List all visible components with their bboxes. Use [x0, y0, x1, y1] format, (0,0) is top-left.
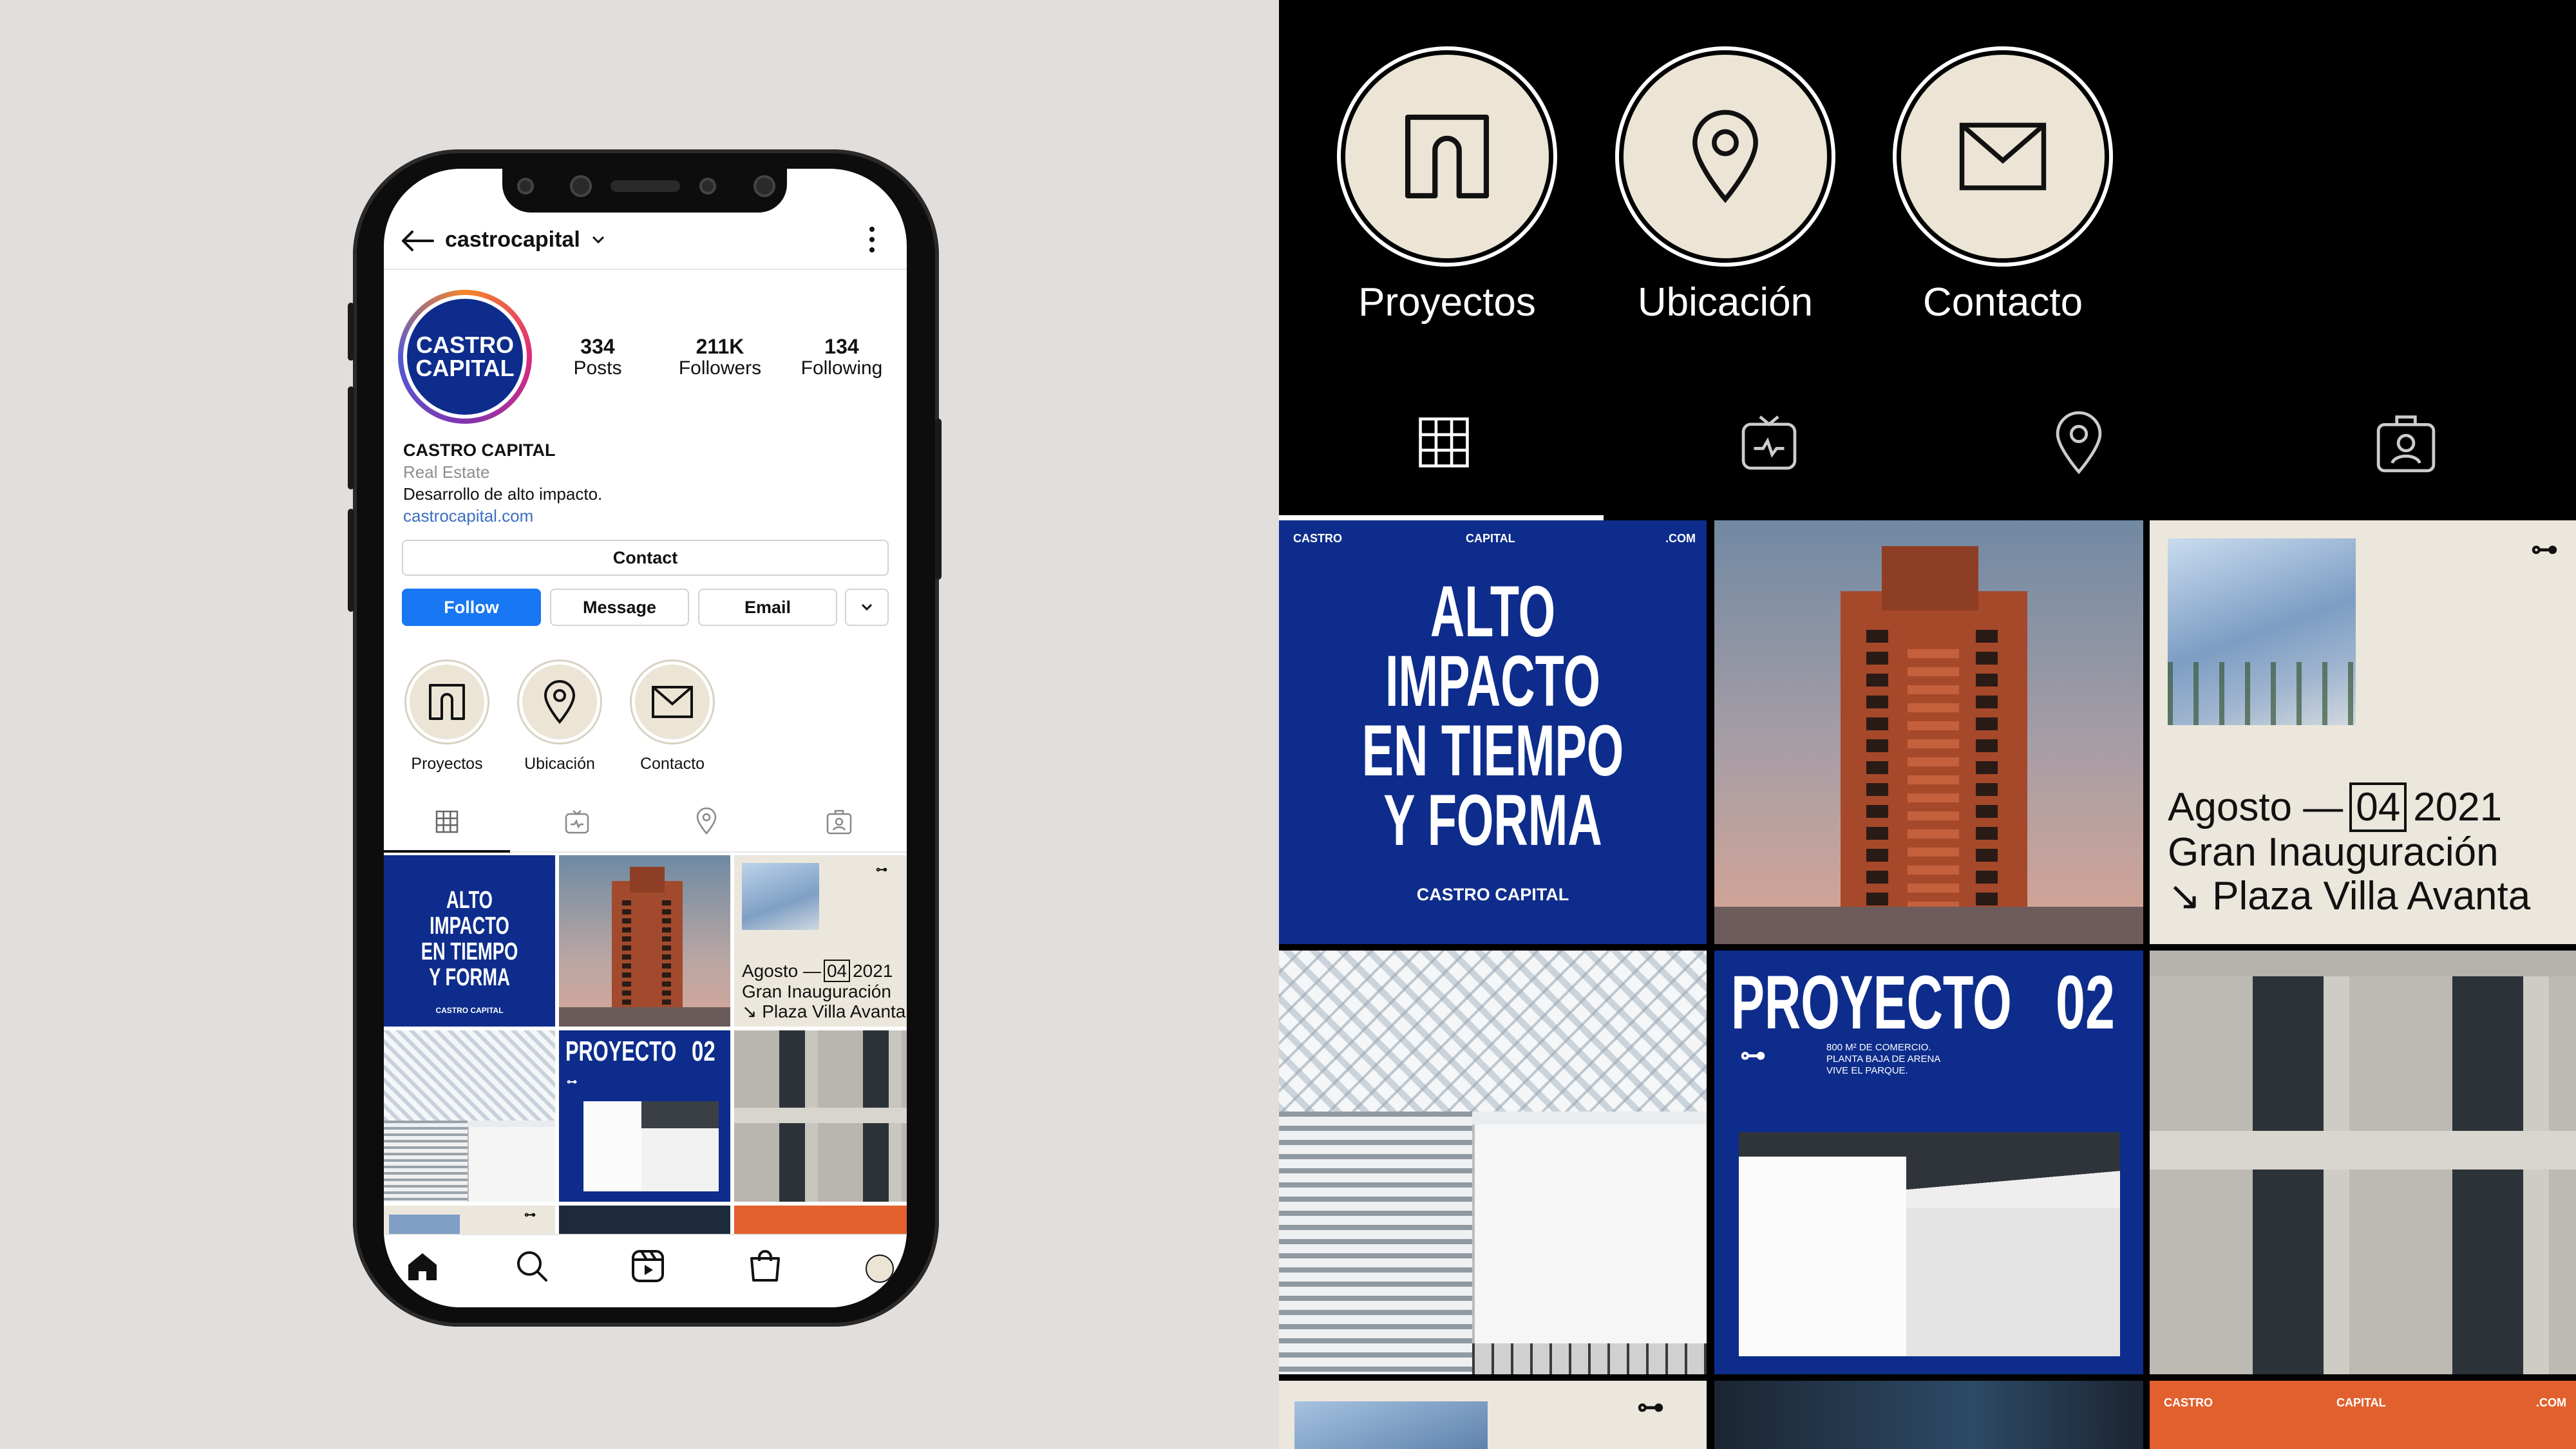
profile-category: Real Estate	[403, 462, 490, 482]
post-facade-photo[interactable]	[1279, 951, 1707, 1374]
post-tower-photo[interactable]	[1714, 520, 2143, 944]
posts-count[interactable]: 334	[553, 335, 643, 359]
highlight-proyectos[interactable]	[1337, 46, 1557, 267]
sensor-dot	[699, 178, 716, 194]
following-count[interactable]: 134	[797, 335, 887, 359]
message-button[interactable]: Message	[550, 589, 689, 626]
profile-bio: Desarrollo de alto impacto.	[403, 484, 603, 504]
post-tower-photo[interactable]	[559, 855, 730, 1027]
highlight-proyectos[interactable]	[404, 659, 489, 744]
home-arch-icon	[429, 684, 465, 720]
zoomed-profile-panel: Proyectos Ubicación Contacto CASTRO CAPI…	[1279, 0, 2576, 1449]
tagged-location-icon[interactable]	[696, 808, 717, 835]
avatar-story-ring[interactable]: CASTRO CAPITAL	[398, 290, 532, 424]
phone-volume-up	[348, 386, 354, 489]
highlight-label-contacto: Contacto	[639, 755, 705, 773]
reels-icon[interactable]	[631, 1249, 665, 1283]
highlight-label-proyectos: Proyectos	[411, 755, 483, 773]
grid-icon[interactable]	[1417, 416, 1470, 469]
post-proyecto-02[interactable]: PROYECTO 02 ⊶	[559, 1030, 730, 1202]
envelope-icon	[652, 686, 693, 718]
tagged-location-icon[interactable]	[2053, 411, 2105, 475]
phone-screen: castrocapital CASTRO CAPITAL 334 Posts 2…	[384, 169, 907, 1307]
shop-icon[interactable]	[748, 1248, 782, 1283]
highlight-label-proyectos: Proyectos	[1358, 280, 1536, 325]
envelope-icon	[1959, 122, 2047, 191]
location-pin-icon	[1692, 109, 1758, 204]
phone-mute-switch	[348, 303, 354, 361]
highlight-label-ubicacion: Ubicación	[1637, 280, 1814, 325]
post-partial-3[interactable]: CASTRO CAPITAL .COM	[2150, 1381, 2576, 1449]
phone-power-button	[935, 419, 942, 580]
front-camera	[570, 175, 592, 197]
highlight-label-contacto: Contacto	[1922, 280, 2083, 325]
post-partial-1[interactable]: ⊶	[1279, 1381, 1707, 1449]
home-icon[interactable]	[406, 1251, 439, 1283]
brand-mark-icon: ⊶	[2531, 534, 2558, 564]
posts-label: Posts	[573, 357, 622, 379]
follow-button[interactable]: Follow	[402, 589, 541, 626]
email-button[interactable]: Email	[698, 589, 837, 626]
active-tab-indicator	[384, 850, 510, 853]
post-inauguracion[interactable]: ⊶ Agosto —04 2021 Gran Inauguración ↘ Pla…	[2150, 520, 2576, 944]
profile-name: CASTRO CAPITAL	[403, 440, 556, 460]
igtv-icon[interactable]	[564, 809, 590, 835]
header-divider	[384, 269, 907, 270]
igtv-icon[interactable]	[1739, 412, 1799, 473]
post-alto-impacto[interactable]: ALTO IMPACTO EN TIEMPO Y FORMA CASTRO CA…	[384, 855, 555, 1027]
sensor-dot	[517, 178, 534, 194]
avatar: CASTRO CAPITAL	[407, 299, 523, 415]
post-headline: ALTO IMPACTO EN TIEMPO Y FORMA	[421, 887, 518, 991]
tagged-person-icon[interactable]	[826, 809, 853, 835]
phone-volume-down	[348, 509, 354, 612]
post-alto-impacto[interactable]: CASTRO CAPITAL .COM ALTO IMPACTO EN TIEM…	[1279, 520, 1707, 944]
post-facade-photo[interactable]	[384, 1030, 555, 1202]
header-username[interactable]: castrocapital	[445, 227, 580, 252]
highlight-contacto[interactable]	[1893, 46, 2113, 267]
highlight-ubicacion[interactable]	[1615, 46, 1835, 267]
profile-avatar-icon[interactable]	[866, 1255, 894, 1283]
back-arrow-icon[interactable]	[399, 228, 434, 254]
profile-link[interactable]: castrocapital.com	[403, 506, 533, 526]
tagged-person-icon[interactable]	[2374, 412, 2438, 474]
highlight-label-ubicacion: Ubicación	[524, 755, 595, 773]
brand-mark-icon: ⊶	[524, 1208, 536, 1221]
followers-label: Followers	[678, 357, 762, 379]
earpiece-speaker	[611, 180, 680, 192]
post-inauguracion[interactable]: ⊶ Agosto —04 2021 Gran Inauguración ↘ Pla…	[734, 855, 907, 1027]
following-label: Following	[800, 357, 883, 379]
chevron-down-icon	[861, 603, 873, 611]
grid-icon[interactable]	[435, 810, 459, 833]
avatar-text-line1: CASTRO	[416, 332, 514, 358]
contact-button[interactable]: Contact	[402, 540, 889, 576]
avatar-text-line2: CAPITAL	[415, 355, 515, 381]
brand-mark-icon: ⊶	[1637, 1392, 1664, 1422]
home-arch-icon	[1405, 114, 1490, 199]
followers-count[interactable]: 211K	[675, 335, 765, 359]
post-building-photo[interactable]	[2150, 951, 2576, 1374]
post-building-photo[interactable]	[734, 1030, 907, 1202]
post-headline: ALTO IMPACTO EN TIEMPO Y FORMA	[1361, 571, 1624, 860]
post-proyecto-02[interactable]: PROYECTO 02 ⊶ 800 M² DE COMERCIO. PLANTA…	[1714, 951, 2143, 1374]
suggested-dropdown-button[interactable]	[845, 589, 889, 626]
proximity-sensor	[753, 175, 775, 197]
highlight-contacto[interactable]	[630, 659, 715, 744]
search-icon[interactable]	[515, 1249, 549, 1283]
more-options-icon[interactable]	[868, 225, 876, 254]
post-partial-2[interactable]	[1714, 1381, 2143, 1449]
brand-mark-icon: ⊶	[567, 1077, 577, 1088]
active-tab-indicator	[1279, 515, 1604, 520]
chevron-down-icon[interactable]	[592, 235, 605, 244]
highlight-ubicacion[interactable]	[517, 659, 602, 744]
brand-mark-icon: ⊶	[1740, 1041, 1766, 1070]
location-pin-icon	[544, 680, 576, 724]
brand-mark-icon: ⊶	[876, 863, 887, 876]
